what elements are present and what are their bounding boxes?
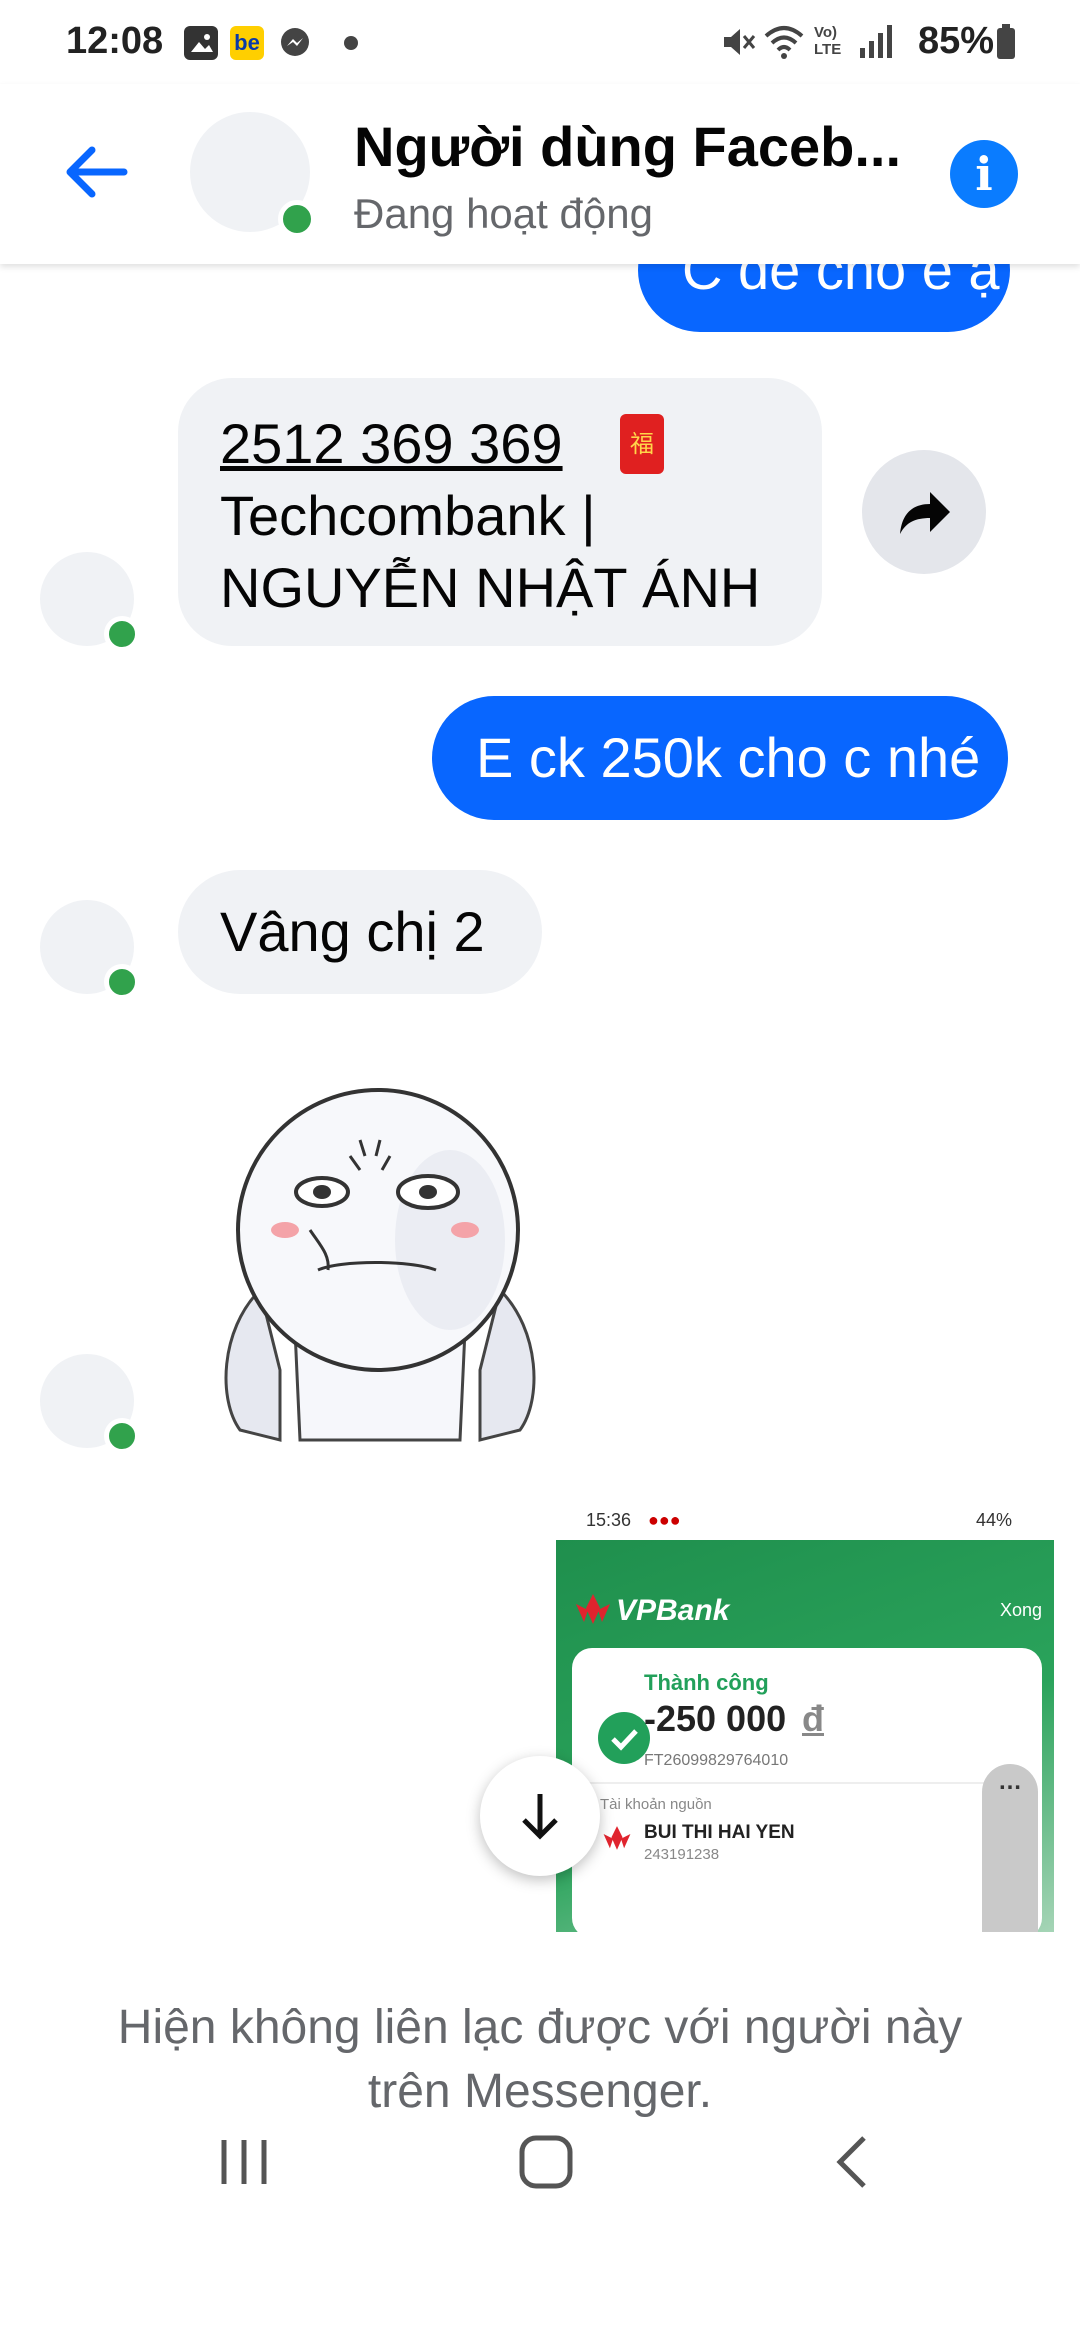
gallery-icon xyxy=(184,26,218,60)
composer-disabled-area: Hiện không liên lạc được với người này t… xyxy=(0,1932,1080,2340)
messenger-icon xyxy=(278,26,312,65)
done-button[interactable]: Xong xyxy=(1000,1600,1042,1621)
recent-apps-button[interactable] xyxy=(216,2132,272,2197)
home-icon xyxy=(519,2135,573,2189)
share-arrow-icon xyxy=(900,492,950,534)
signal-icon xyxy=(858,22,894,65)
forward-button[interactable] xyxy=(862,450,986,574)
more-icon: … xyxy=(998,1768,1022,1795)
image-scroll-handle: … xyxy=(982,1764,1038,1932)
mute-icon xyxy=(718,22,758,67)
currency-symbol: đ xyxy=(802,1698,824,1739)
battery-percent: 85% xyxy=(917,20,994,62)
account-name: BUI THI HAI YEN xyxy=(644,1822,795,1843)
bank-name-text: Techcombank | xyxy=(220,484,596,547)
back-arrow-icon xyxy=(66,146,128,198)
message-outgoing-transfer[interactable]: E ck 250k cho c nhé xyxy=(432,696,1008,820)
volte-icon: Vo) LTE xyxy=(814,24,842,58)
online-indicator xyxy=(104,964,140,1000)
chevron-left-icon xyxy=(836,2136,866,2188)
online-indicator xyxy=(104,1418,140,1454)
grumpy-face-sticker-icon xyxy=(224,1088,536,1442)
bank-account-number-link[interactable]: 2512 369 369 xyxy=(220,412,563,475)
message-text: E ck 250k cho c nhé xyxy=(476,726,981,789)
bank-name-logo-text: VPBank xyxy=(616,1594,730,1627)
account-number: 243191238 xyxy=(644,1846,720,1863)
more-notifications-dot xyxy=(344,36,358,50)
divider xyxy=(588,1782,1008,1784)
scroll-to-bottom-button[interactable] xyxy=(480,1756,600,1876)
image-status-icons: ●●● xyxy=(648,1510,681,1530)
success-check-icon xyxy=(598,1712,650,1764)
battery-icon xyxy=(996,24,1016,65)
back-nav-button[interactable] xyxy=(826,2132,876,2197)
message-text: Vâng chị 2 xyxy=(220,900,485,963)
info-button[interactable]: i xyxy=(950,140,1018,208)
be-app-icon: be xyxy=(230,26,264,60)
image-time: 15:36 xyxy=(586,1510,632,1530)
image-status-bar: 15:36 ●●● 44% xyxy=(556,1500,1054,1540)
bank-logo-icon xyxy=(602,1824,632,1857)
source-account-label: Tài khoản nguồn xyxy=(600,1796,712,1813)
message-incoming-bank-info[interactable]: 2512 369 369 福 Techcombank | NGUYỄN NHẬT… xyxy=(178,378,822,646)
sticker-message[interactable] xyxy=(200,1070,560,1460)
vpbank-logo xyxy=(574,1592,612,1631)
online-indicator xyxy=(278,200,316,238)
notice-line-2: trên Messenger. xyxy=(367,2065,713,2118)
transaction-status: Thành công xyxy=(644,1670,769,1695)
transaction-card: Thành công -250 000 đ FT26099829764010 T… xyxy=(572,1648,1042,1932)
contact-name[interactable]: Người dùng Faceb... xyxy=(354,114,901,179)
message-incoming-reply[interactable]: Vâng chị 2 xyxy=(178,870,542,994)
account-holder-text: NGUYỄN NHẬT ÁNH xyxy=(220,556,761,619)
transaction-amount: -250 000 xyxy=(644,1698,787,1739)
image-message[interactable]: 15:36 ●●● 44% VPBank Xong Thành công -25… xyxy=(556,1500,1054,1932)
image-battery: 44% xyxy=(976,1510,1013,1530)
arrow-down-icon xyxy=(522,1794,558,1840)
status-bar: 12:08 be Vo) LTE 85% xyxy=(0,0,1080,84)
red-envelope-icon: 福 xyxy=(620,414,664,474)
transaction-id: FT26099829764010 xyxy=(644,1752,789,1769)
chat-header: Người dùng Faceb... Đang hoạt động i xyxy=(0,84,1080,264)
recent-apps-icon xyxy=(221,2140,267,2184)
status-time: 12:08 xyxy=(66,20,164,62)
notice-line-1: Hiện không liên lạc được với người này xyxy=(117,2001,963,2054)
back-button[interactable] xyxy=(60,142,130,202)
wifi-icon xyxy=(762,22,806,67)
active-status: Đang hoạt động xyxy=(354,190,653,237)
home-button[interactable] xyxy=(516,2132,576,2197)
online-indicator xyxy=(104,616,140,652)
unavailable-notice: Hiện không liên lạc được với người này t… xyxy=(0,1996,1080,2124)
